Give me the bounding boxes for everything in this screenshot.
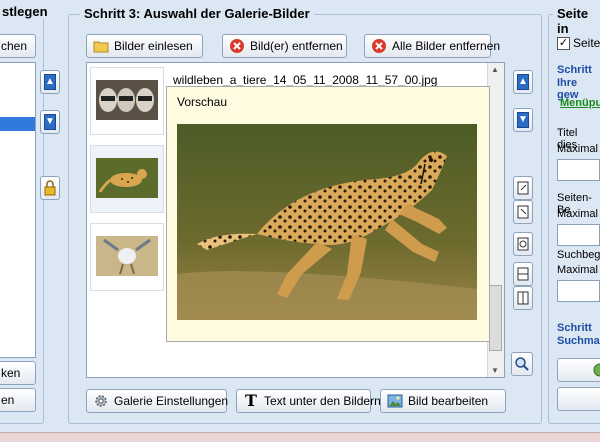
arrow-down-icon: ▼	[44, 114, 56, 130]
page-checkbox[interactable]: ✓	[557, 37, 570, 50]
remove-all-images-button[interactable]: Alle Bilder entfernen	[364, 34, 500, 58]
picture-icon	[387, 394, 403, 408]
file-name-text: wildleben_a_tiere_14_05_11_2008_11_57_00…	[173, 73, 438, 87]
right-action-button-1[interactable]	[557, 358, 600, 382]
max-label-2: Maximal	[557, 208, 598, 220]
scroll-down-icon[interactable]: ▼	[491, 366, 499, 375]
cheetah-thumbnail	[96, 158, 158, 198]
globe-icon	[593, 363, 600, 377]
lock-icon	[44, 180, 56, 196]
such-label: Suchbeg	[557, 249, 600, 261]
folder-icon	[93, 41, 109, 53]
lock-button[interactable]	[40, 176, 60, 200]
menu-link[interactable]: Menüpu	[560, 97, 600, 109]
left-search-button[interactable]: chen	[0, 34, 36, 58]
scroll-thumb[interactable]	[489, 285, 502, 351]
move-up-button[interactable]: ▲	[40, 70, 60, 94]
rotate-180-icon	[517, 237, 529, 251]
max-label-3: Maximal	[557, 264, 598, 276]
rotate-right-icon	[517, 205, 529, 219]
title-input[interactable]	[557, 159, 600, 181]
flip-vertical-button[interactable]	[513, 286, 533, 310]
left-bottom-button-2[interactable]: en	[0, 388, 36, 412]
red-x-icon	[230, 39, 244, 53]
raccoons-thumbnail	[96, 80, 158, 120]
magnifier-icon	[515, 357, 529, 371]
gear-icon	[95, 395, 107, 407]
move-image-down-button[interactable]: ▼	[513, 108, 533, 132]
left-panel-title: stlegen	[0, 4, 52, 19]
list-item[interactable]	[90, 223, 164, 291]
remove-images-button[interactable]: Bild(er) entfernen	[222, 34, 347, 58]
zoom-button[interactable]	[511, 352, 533, 376]
right-panel-title: Seite in	[553, 6, 600, 36]
load-images-button[interactable]: Bilder einlesen	[86, 34, 203, 58]
rotate-left-icon	[517, 181, 529, 195]
cheetah-preview-image	[177, 124, 477, 320]
step-heading-2: Suchma	[557, 335, 600, 347]
preview-popup: Vorschau	[166, 86, 490, 342]
window-bottom-edge	[0, 432, 600, 442]
gallery-settings-button[interactable]: Galerie Einstellungen	[86, 389, 228, 413]
flip-horizontal-button[interactable]	[513, 262, 533, 286]
left-list[interactable]	[0, 62, 36, 358]
text-under-images-button[interactable]: T Text unter den Bildern	[236, 389, 381, 413]
step-heading-1: Schritt	[557, 322, 592, 334]
page-checkbox-label: Seite	[573, 36, 600, 50]
arrow-up-icon: ▲	[44, 74, 56, 90]
text-t-icon: T	[245, 391, 257, 410]
flip-horizontal-icon	[517, 267, 529, 281]
scroll-up-icon[interactable]: ▲	[491, 65, 499, 74]
rotate-180-button[interactable]	[513, 232, 533, 256]
description-input[interactable]	[557, 224, 600, 246]
red-x-icon	[372, 39, 386, 53]
right-action-button-2[interactable]	[557, 387, 600, 411]
keywords-input[interactable]	[557, 280, 600, 302]
max-label-1: Maximal	[557, 143, 598, 155]
move-image-up-button[interactable]: ▲	[513, 70, 533, 94]
edit-image-button[interactable]: Bild bearbeiten	[380, 389, 506, 413]
list-item[interactable]	[90, 67, 164, 135]
list-item[interactable]	[90, 145, 164, 213]
right-heading-1: Schritt	[557, 64, 592, 76]
arrow-down-icon: ▼	[517, 112, 529, 128]
left-list-selected-item[interactable]	[0, 117, 35, 131]
rotate-left-button[interactable]	[513, 176, 533, 200]
arrow-up-icon: ▲	[517, 74, 529, 90]
left-bottom-button-1[interactable]: ken	[0, 361, 36, 385]
move-down-button[interactable]: ▼	[40, 110, 60, 134]
flip-vertical-icon	[517, 291, 529, 305]
step3-title: Schritt 3: Auswahl der Galerie-Bilder	[80, 6, 314, 21]
rotate-right-button[interactable]	[513, 200, 533, 224]
bird-thumbnail	[96, 236, 158, 276]
preview-label: Vorschau	[177, 95, 228, 109]
